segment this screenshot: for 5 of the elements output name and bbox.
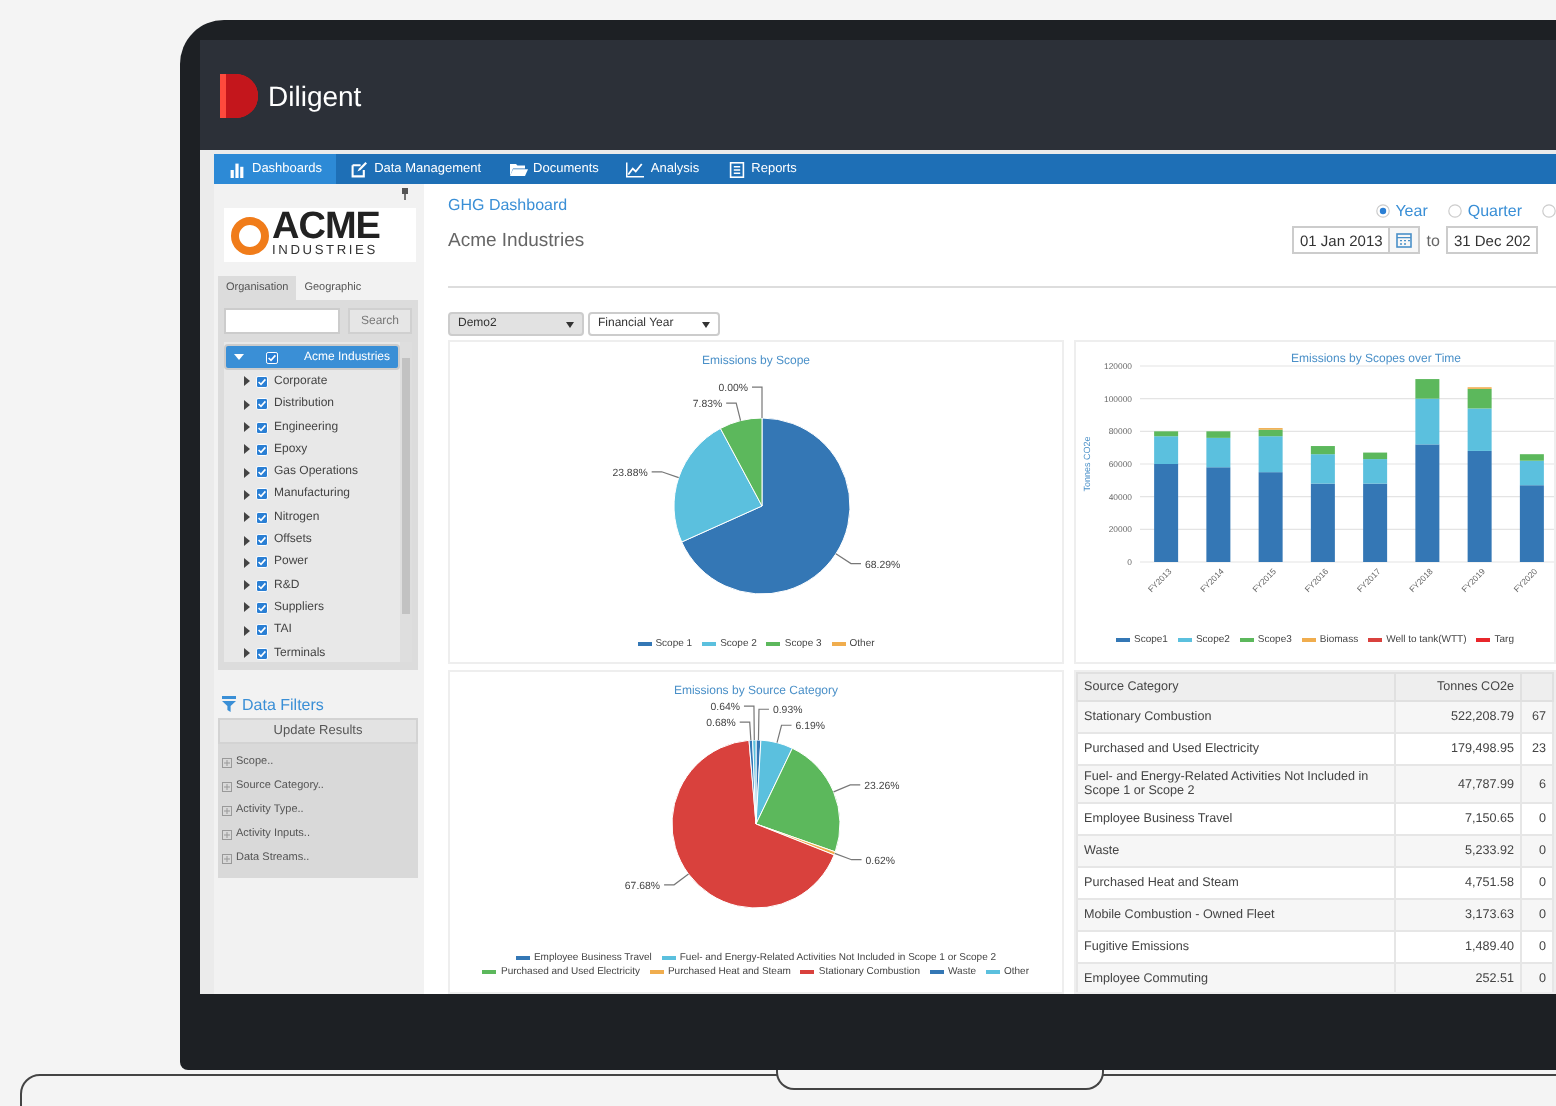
range-separator: to (1426, 231, 1440, 249)
brand-name: Diligent (268, 79, 362, 111)
filters-title: Data Filters (242, 695, 324, 713)
page-title: Acme Industries (448, 230, 585, 252)
logo-name: ACME (272, 210, 380, 244)
